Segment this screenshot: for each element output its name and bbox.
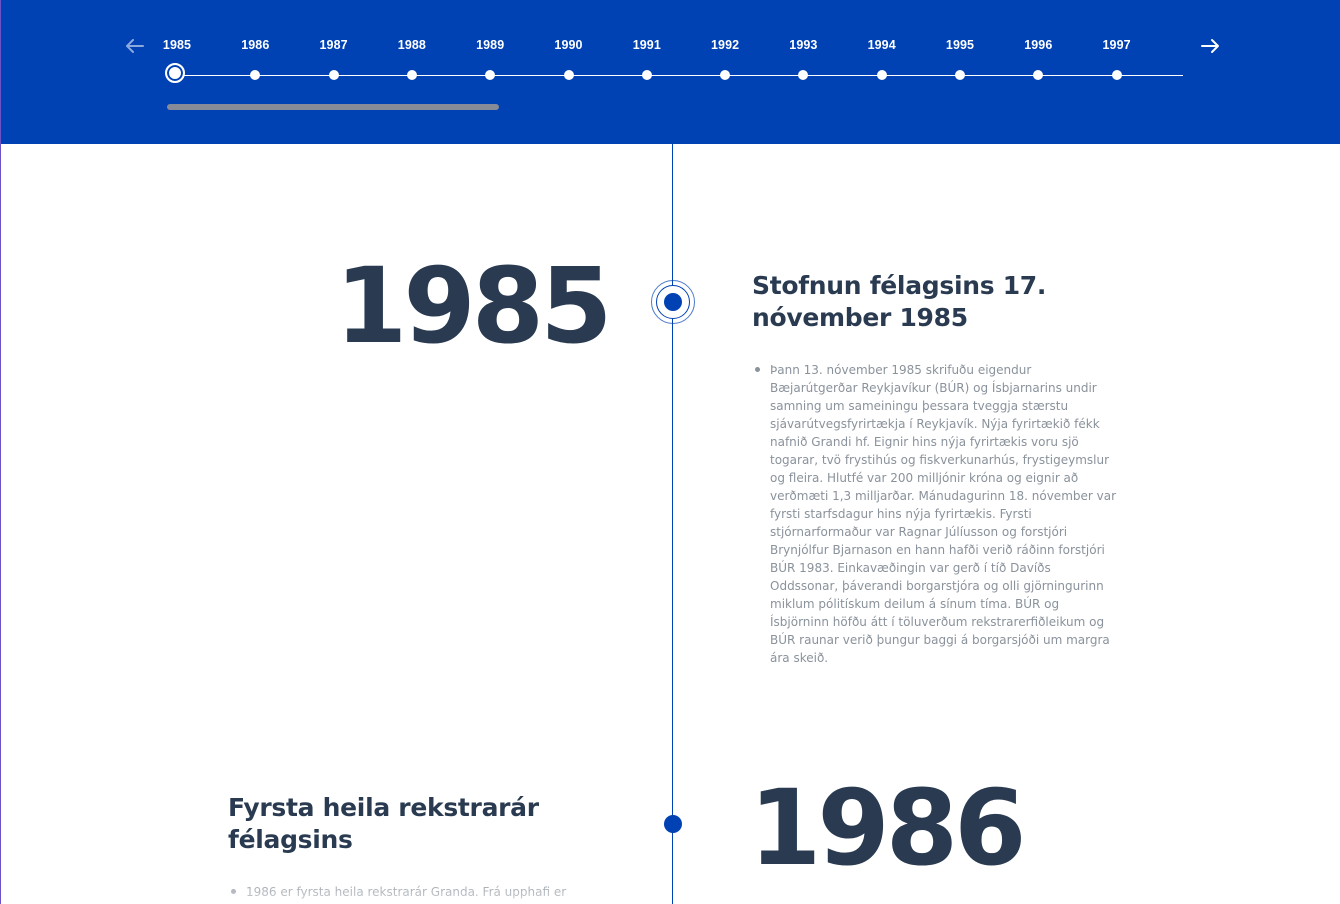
timeline-marker-active <box>651 280 695 324</box>
entry-title-1985: Stofnun félagsins 17. nóvember 1985 <box>752 271 1047 332</box>
timeline-header: 1985 1986 1987 1988 1989 1990 1991 1992 1993 1994… <box>1 0 1340 144</box>
timeline-year-dot <box>1111 70 1122 80</box>
entry-title-1986: Fyrsta heila rekstrarár félagsins <box>228 793 539 854</box>
timeline-year-label: 1986 <box>241 38 270 52</box>
timeline-year-label: 1990 <box>554 38 583 52</box>
arrow-left-icon <box>126 39 144 53</box>
timeline-year-dot <box>955 70 965 80</box>
timeline-year-1997[interactable]: 1997 <box>1089 36 1145 88</box>
timeline-year-1986[interactable]: 1986 <box>227 36 283 88</box>
timeline-year-label: 1988 <box>397 38 426 52</box>
entry-bullets-1985: Þann 13. nóvember 1985 skrifuðu eigendur… <box>753 361 1118 667</box>
timeline-year-label: 1 <box>1167 38 1183 52</box>
entry-year-1985: 1985 <box>335 245 612 367</box>
timeline-year-label: 1987 <box>319 38 348 52</box>
timeline-year-1991[interactable]: 1991 <box>619 36 675 88</box>
timeline-years: 1985 1986 1987 1988 1989 1990 1991 1992 1993 1994… <box>151 0 1183 144</box>
entry-year-1986: 1986 <box>749 767 1026 889</box>
timeline-year-1994[interactable]: 1994 <box>854 36 910 88</box>
timeline-year-1987[interactable]: 1987 <box>306 36 362 88</box>
timeline-year-dot <box>641 70 652 80</box>
timeline-year-1992[interactable]: 1992 <box>697 36 753 88</box>
timeline-year-dot <box>406 70 417 80</box>
timeline-year-1989[interactable]: 1989 <box>462 36 518 88</box>
timeline-year-label: 1989 <box>476 38 505 52</box>
timeline-year-label: 1996 <box>1024 38 1053 52</box>
timeline-year-dot <box>1033 70 1044 80</box>
timeline-year-label: 1994 <box>867 38 896 52</box>
timeline-year-dot <box>876 70 887 80</box>
timeline-year-label: 1993 <box>789 38 818 52</box>
timeline-year-label: 1997 <box>1102 38 1131 52</box>
timeline-vertical-line <box>672 144 673 904</box>
timeline-marker-1986 <box>664 815 682 833</box>
timeline-year-label: 1985 <box>162 38 192 52</box>
timeline-year-label: 1992 <box>710 38 740 52</box>
timeline-prev-button[interactable] <box>122 33 148 59</box>
list-item: 1986 er fyrsta heila rekstrarár Granda. … <box>229 883 594 901</box>
list-item: Þann 13. nóvember 1985 skrifuðu eigendur… <box>753 361 1118 667</box>
timeline-year-dot <box>250 70 261 80</box>
timeline-year-1993[interactable]: 1993 <box>775 36 831 88</box>
timeline-year-label: 1991 <box>632 38 661 52</box>
page: 1985 1986 1987 1988 1989 1990 1991 1992 1993 1994… <box>0 0 1340 904</box>
timeline-year-1990[interactable]: 1990 <box>541 36 597 88</box>
timeline-year-1988[interactable]: 1988 <box>384 36 440 88</box>
marker-core-dot <box>664 293 682 311</box>
timeline-next-button[interactable] <box>1197 33 1223 59</box>
timeline-year-label: 1995 <box>945 38 975 52</box>
timeline-year-dot <box>720 70 731 80</box>
timeline-year-dot <box>563 70 574 80</box>
timeline-year-dot <box>485 70 496 80</box>
entry-bullets-1986: 1986 er fyrsta heila rekstrarár Granda. … <box>229 883 594 901</box>
timeline-year-1995[interactable]: 1995 <box>932 36 988 88</box>
timeline-year-dot <box>328 70 339 80</box>
timeline-year-dot <box>798 70 809 80</box>
timeline-year-dot <box>165 63 185 83</box>
arrow-right-icon <box>1201 39 1219 53</box>
timeline-scrollbar[interactable] <box>167 104 499 110</box>
timeline-year-1985[interactable]: 1985 <box>151 36 205 88</box>
timeline-year-1996[interactable]: 1996 <box>1010 36 1066 88</box>
timeline-year-1[interactable]: 1 <box>1167 36 1183 88</box>
